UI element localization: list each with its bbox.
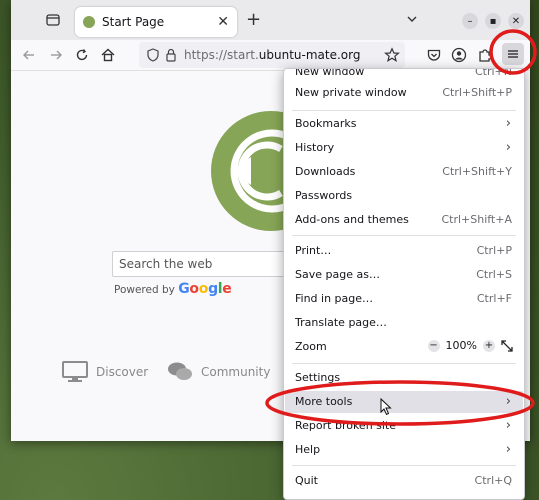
- zoom-in-button[interactable]: +: [483, 339, 495, 352]
- zoom-controls: − 100% +: [427, 339, 513, 352]
- monitor-icon: [62, 361, 88, 382]
- menu-item-more-tools[interactable]: More tools ›: [285, 391, 523, 413]
- menu-item-save-page[interactable]: Save page as… Ctrl+S: [285, 264, 523, 286]
- discover-label: Discover: [96, 365, 149, 379]
- menu-item-passwords[interactable]: Passwords: [285, 185, 523, 207]
- pocket-icon[interactable]: [426, 47, 442, 63]
- url-text[interactable]: https://start.ubuntu-mate.org: [184, 48, 360, 62]
- menu-item-addons-themes[interactable]: Add-ons and themes Ctrl+Shift+A: [285, 209, 523, 231]
- zoom-level[interactable]: 100%: [446, 339, 477, 352]
- reload-icon[interactable]: [74, 47, 90, 63]
- menu-item-print[interactable]: Print… Ctrl+P: [285, 240, 523, 262]
- tab-overview-icon[interactable]: [45, 12, 61, 28]
- discover-link[interactable]: Discover: [62, 361, 148, 383]
- chevron-right-icon: ›: [505, 418, 511, 433]
- menu-separator: [292, 110, 516, 111]
- back-arrow-icon[interactable]: [21, 47, 37, 63]
- shield-icon[interactable]: [146, 48, 160, 62]
- hamburger-menu-icon: [508, 50, 518, 58]
- mouse-pointer-icon: [380, 398, 392, 416]
- bookmark-star-icon[interactable]: [384, 47, 400, 63]
- navigation-bar: https://start.ubuntu-mate.org: [11, 40, 530, 71]
- lock-icon[interactable]: [165, 48, 177, 62]
- extensions-puzzle-icon[interactable]: [477, 47, 493, 63]
- app-menu-button[interactable]: [502, 43, 524, 65]
- close-window-button[interactable]: ✕: [508, 13, 524, 29]
- google-letter: G: [178, 281, 190, 297]
- zoom-out-button[interactable]: −: [427, 339, 440, 352]
- mate-favicon-icon: [83, 16, 95, 28]
- menu-item-report-broken-site[interactable]: Report broken site ›: [285, 415, 523, 437]
- google-letter: g: [208, 281, 218, 297]
- google-letter: o: [198, 281, 209, 297]
- google-logo: Google: [178, 281, 232, 297]
- tab-title: Start Page: [102, 15, 165, 29]
- menu-item-zoom: Zoom − 100% +: [285, 336, 523, 358]
- url-bar[interactable]: https://start.ubuntu-mate.org: [139, 42, 405, 68]
- new-tab-plus-icon[interactable]: +: [246, 9, 261, 30]
- app-menu-panel: New window Ctrl+N New private window Ctrl+…: [283, 68, 525, 500]
- menu-item-help[interactable]: Help ›: [285, 439, 523, 461]
- chevron-right-icon: ›: [505, 140, 511, 155]
- menu-item-find-in-page[interactable]: Find in page… Ctrl+F: [285, 288, 523, 310]
- account-icon[interactable]: [451, 47, 467, 63]
- menu-item-downloads[interactable]: Downloads Ctrl+Shift+Y: [285, 161, 523, 183]
- menu-item-bookmarks[interactable]: Bookmarks ›: [285, 113, 523, 135]
- minimize-button[interactable]: –: [462, 13, 478, 29]
- menu-item-quit[interactable]: Quit Ctrl+Q: [285, 470, 523, 492]
- chevron-right-icon: ›: [505, 116, 511, 131]
- chevron-down-icon[interactable]: [405, 12, 419, 26]
- home-icon[interactable]: [100, 47, 116, 63]
- community-label: Community: [201, 365, 271, 379]
- google-letter: o: [189, 281, 199, 297]
- maximize-button[interactable]: ▪: [485, 13, 501, 29]
- menu-separator: [292, 363, 516, 364]
- community-link[interactable]: Community: [167, 361, 270, 383]
- tab-strip: Start Page ✕ + – ▪ ✕: [11, 0, 530, 40]
- menu-item-history[interactable]: History ›: [285, 137, 523, 159]
- fullscreen-icon[interactable]: [501, 339, 513, 352]
- menu-separator: [292, 235, 516, 236]
- tab-start-page[interactable]: Start Page ✕: [75, 7, 237, 37]
- chevron-right-icon: ›: [505, 442, 511, 457]
- chevron-right-icon: ›: [505, 394, 511, 409]
- menu-item-new-window[interactable]: New window Ctrl+N: [285, 69, 523, 83]
- forward-arrow-icon[interactable]: [48, 47, 64, 63]
- search-placeholder: Search the web: [119, 257, 213, 271]
- google-letter: e: [222, 281, 232, 297]
- menu-item-settings[interactable]: Settings: [285, 367, 523, 389]
- chat-bubbles-icon: [168, 362, 192, 380]
- powered-by-google: Powered by Google: [114, 281, 232, 297]
- close-tab-icon[interactable]: ✕: [217, 14, 229, 30]
- search-input[interactable]: Search the web: [112, 251, 283, 277]
- menu-separator: [292, 465, 516, 466]
- menu-item-new-private-window[interactable]: New private window Ctrl+Shift+P: [285, 82, 523, 104]
- menu-item-translate-page[interactable]: Translate page…: [285, 312, 523, 334]
